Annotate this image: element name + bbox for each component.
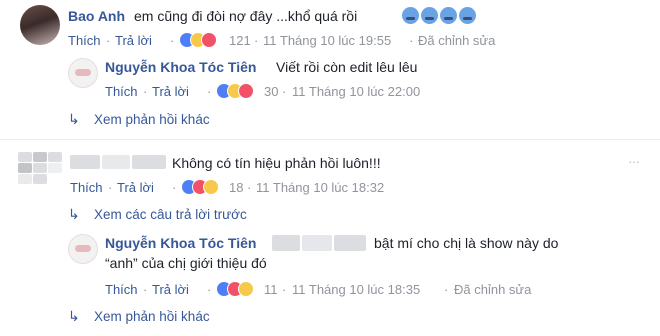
edited-label[interactable]: Đã chỉnh sửa: [418, 33, 495, 48]
reply-author[interactable]: Nguyễn Khoa Tóc Tiên: [105, 59, 256, 75]
separator: ·: [409, 33, 414, 48]
separator: ·: [444, 282, 449, 297]
reactions-summary[interactable]: [179, 31, 223, 49]
reply-arrow-icon: ↳: [68, 206, 80, 222]
comment-text: em cũng đi đòi nợ đây ...khổ quá rồi: [134, 8, 358, 24]
comment-time[interactable]: 11 Tháng 10 lúc 18:32: [256, 180, 384, 195]
view-more-replies-link[interactable]: Xem phản hồi khác: [94, 112, 210, 127]
like-button[interactable]: Thích: [105, 282, 138, 297]
comment-text: Không có tín hiệu phản hồi luôn!!!: [172, 155, 381, 171]
reply-time[interactable]: 11 Tháng 10 lúc 22:00: [292, 84, 420, 99]
separator: ·: [108, 180, 113, 195]
reply-text-line-1: bật mí cho chị là show này do: [374, 235, 559, 251]
mention-blurred[interactable]: [272, 232, 368, 254]
like-button[interactable]: Thích: [70, 180, 103, 195]
reply-button[interactable]: Trả lời: [117, 180, 154, 195]
comment-time[interactable]: 11 Tháng 10 lúc 19:55: [263, 33, 391, 48]
separator: ·: [207, 84, 212, 99]
avatar-toc-tien[interactable]: [68, 234, 98, 264]
sad-emoji-icon: [400, 7, 476, 26]
separator: ·: [282, 84, 287, 99]
haha-reaction-icon: [203, 179, 219, 195]
love-reaction-icon: [238, 83, 254, 99]
separator: ·: [282, 282, 287, 297]
edited-label[interactable]: Đã chỉnh sửa: [454, 282, 531, 297]
author-name-blurred[interactable]: [70, 153, 168, 171]
reactions-summary[interactable]: [216, 280, 260, 298]
reply-text: Viết rồi còn edit lêu lêu: [276, 59, 418, 75]
reply-arrow-icon: ↳: [68, 308, 80, 324]
reply-arrow-icon: ↳: [68, 111, 80, 127]
avatar-bao-anh[interactable]: [20, 5, 60, 45]
reply-button[interactable]: Trả lời: [152, 282, 189, 297]
separator: ·: [247, 180, 252, 195]
reactions-summary[interactable]: [216, 82, 260, 100]
reply-text-line-2: “anh” của chị giới thiệu đó: [105, 255, 267, 271]
haha-reaction-icon: [238, 281, 254, 297]
view-more-replies-link[interactable]: Xem phản hồi khác: [94, 309, 210, 324]
separator: ·: [170, 33, 175, 48]
view-previous-replies-link[interactable]: Xem các câu trả lời trước: [94, 207, 247, 222]
separator: ·: [106, 33, 111, 48]
reaction-count[interactable]: 121: [229, 33, 251, 48]
reply-button[interactable]: Trả lời: [115, 33, 152, 48]
separator: ·: [143, 282, 148, 297]
reactions-summary[interactable]: [181, 178, 225, 196]
separator: ·: [143, 84, 148, 99]
comment-divider: [0, 139, 660, 140]
like-button[interactable]: Thích: [105, 84, 138, 99]
comment-author[interactable]: Bao Anh: [68, 8, 125, 24]
avatar-toc-tien[interactable]: [68, 58, 98, 88]
love-reaction-icon: [201, 32, 217, 48]
reaction-count[interactable]: 30: [264, 84, 278, 99]
reply-time[interactable]: 11 Tháng 10 lúc 18:35: [292, 282, 420, 297]
like-button[interactable]: Thích: [68, 33, 101, 48]
separator: ·: [254, 33, 259, 48]
avatar-blurred[interactable]: [18, 152, 64, 184]
reply-author[interactable]: Nguyễn Khoa Tóc Tiên: [105, 235, 256, 251]
reaction-count[interactable]: 11: [264, 282, 278, 297]
reaction-count[interactable]: 18: [229, 180, 243, 195]
separator: ·: [172, 180, 177, 195]
more-options-icon[interactable]: ···: [628, 153, 640, 169]
reply-button[interactable]: Trả lời: [152, 84, 189, 99]
separator: ·: [207, 282, 212, 297]
